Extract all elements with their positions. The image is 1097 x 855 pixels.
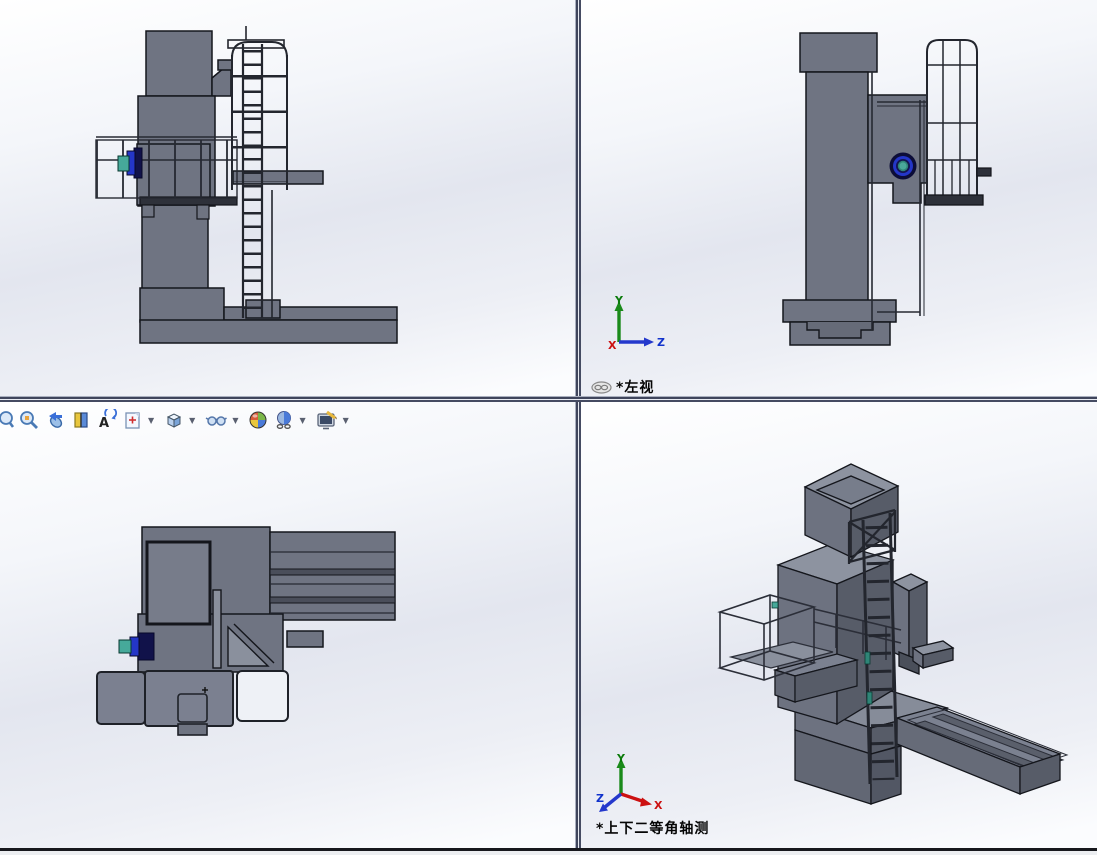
viewport-top-view[interactable]: A ▼ ▼ ▼ ▼ ▼ [0, 402, 575, 848]
front-view-model [95, 26, 398, 344]
statusbar-strip [0, 851, 1097, 855]
svg-text:Y: Y [614, 294, 624, 307]
viewport-front-view[interactable] [0, 0, 575, 396]
viewport-splitter-horizontal[interactable] [0, 396, 1097, 402]
axis-triad: Y X Z [596, 752, 663, 812]
svg-text:X: X [608, 339, 617, 352]
spindle-face [889, 152, 917, 180]
viewport-splitter-vertical[interactable] [575, 0, 581, 848]
viewport-link-icon [591, 380, 612, 394]
svg-text:Z: Z [596, 792, 604, 805]
viewport-label-dimetric-view: *上下二等角轴测 [596, 821, 710, 837]
top-view-model [96, 526, 396, 736]
axis-triad: Y Z X [608, 294, 665, 352]
viewport-dimetric-view[interactable]: Y X Z *上下二等角轴测 [581, 402, 1097, 848]
svg-text:Z: Z [657, 336, 665, 349]
cad-four-viewport-window: Y Z X *左视 A ▼ ▼ ▼ ▼ ▼ Y X Z *上下二等角轴测 [0, 0, 1097, 855]
svg-text:Y: Y [616, 752, 626, 765]
viewport-left-view[interactable]: Y Z X *左视 [581, 0, 1097, 396]
viewport-label-left-view: *左视 [591, 377, 654, 396]
svg-text:X: X [654, 799, 663, 812]
